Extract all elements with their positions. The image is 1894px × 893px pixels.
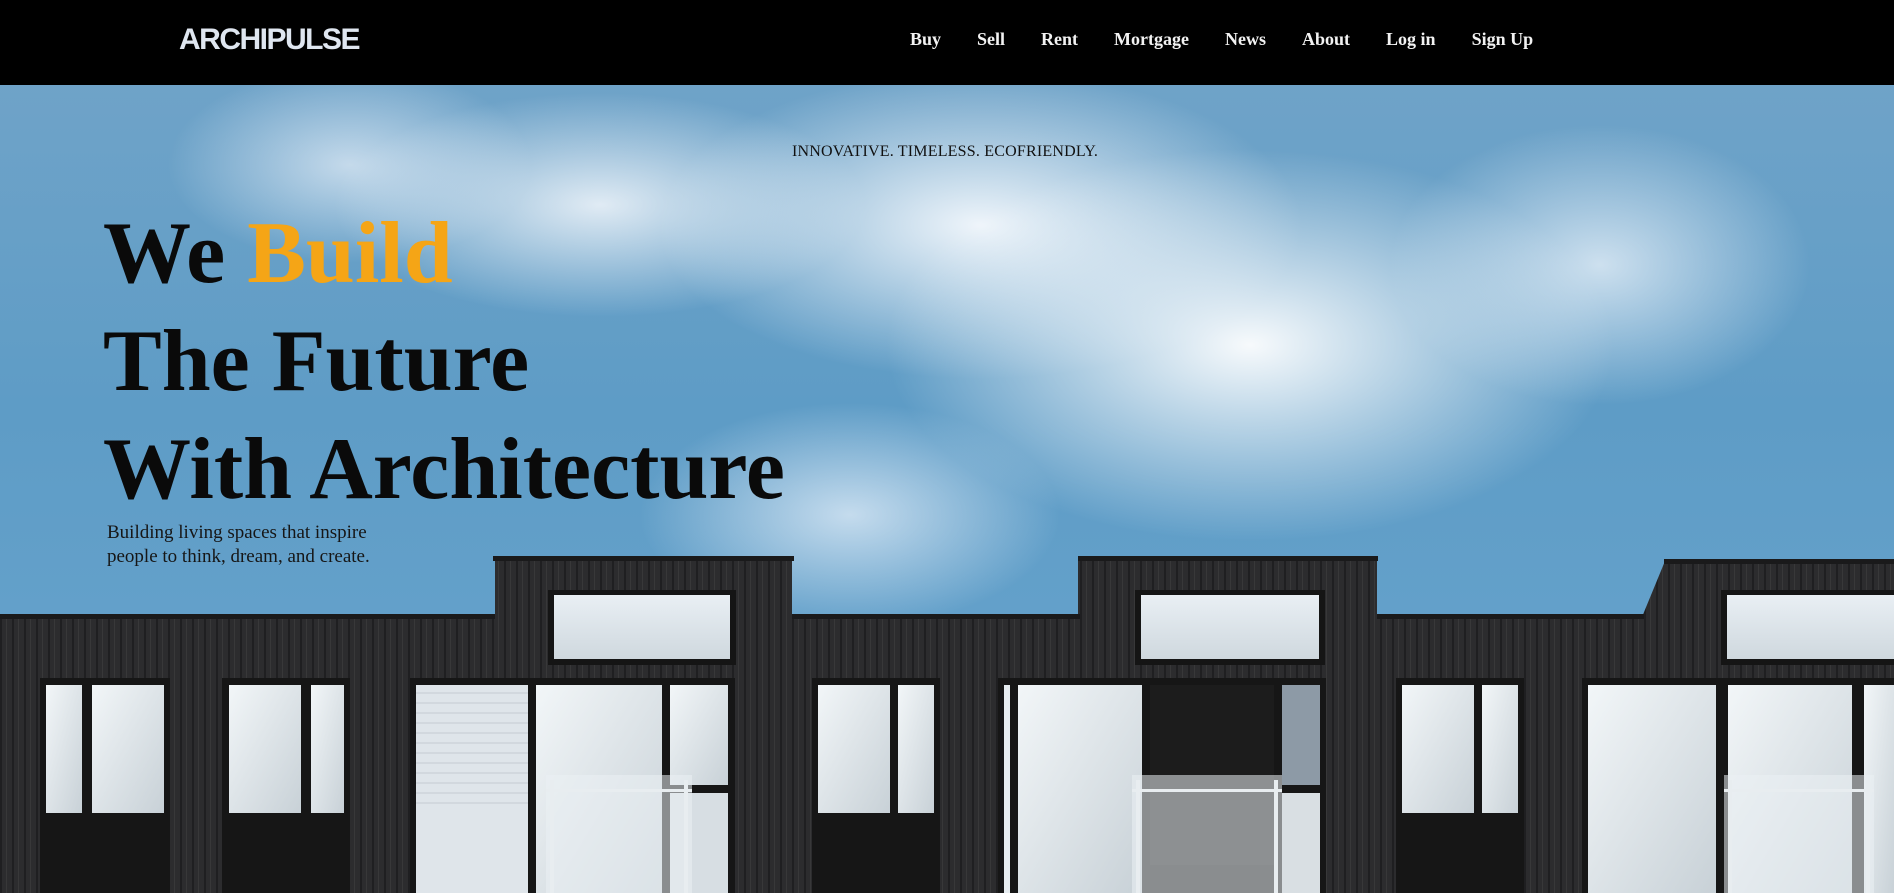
hero-section: INNOVATIVE. TIMELESS. ECOFRIENDLY. We Bu… [0,85,1894,893]
headline-accent-build: Build [247,205,453,302]
headline-line-3: With Architecture [103,421,785,518]
nav-link-mortgage[interactable]: Mortgage [1114,28,1189,50]
nav-link-about[interactable]: About [1302,28,1350,50]
nav-link-signup[interactable]: Sign Up [1472,28,1534,50]
nav-link-buy[interactable]: Buy [910,28,941,50]
nav-link-login[interactable]: Log in [1386,28,1436,50]
nav-link-news[interactable]: News [1225,28,1266,50]
nav-link-sell[interactable]: Sell [977,28,1005,50]
headline-line-2: The Future [103,313,530,410]
hero-subtext-line-2: people to think, dream, and create. [107,546,370,567]
headline-line-1: We Build [103,200,785,308]
hero-subtext-line-1: Building living spaces that inspire [107,522,367,543]
headline-word-we: We [103,205,226,302]
hero-headline: We Build The Future With Architecture [103,200,785,524]
hero-subtext: Building living spaces that inspire peop… [107,521,437,569]
top-navbar: ARCHIPULSE Buy Sell Rent Mortgage News A… [0,0,1894,85]
brand-logo[interactable]: ARCHIPULSE [179,22,361,58]
hero-tagline: INNOVATIVE. TIMELESS. ECOFRIENDLY. [792,143,1099,160]
main-nav: Buy Sell Rent Mortgage News About Log in… [910,28,1533,50]
nav-link-rent[interactable]: Rent [1041,28,1078,50]
